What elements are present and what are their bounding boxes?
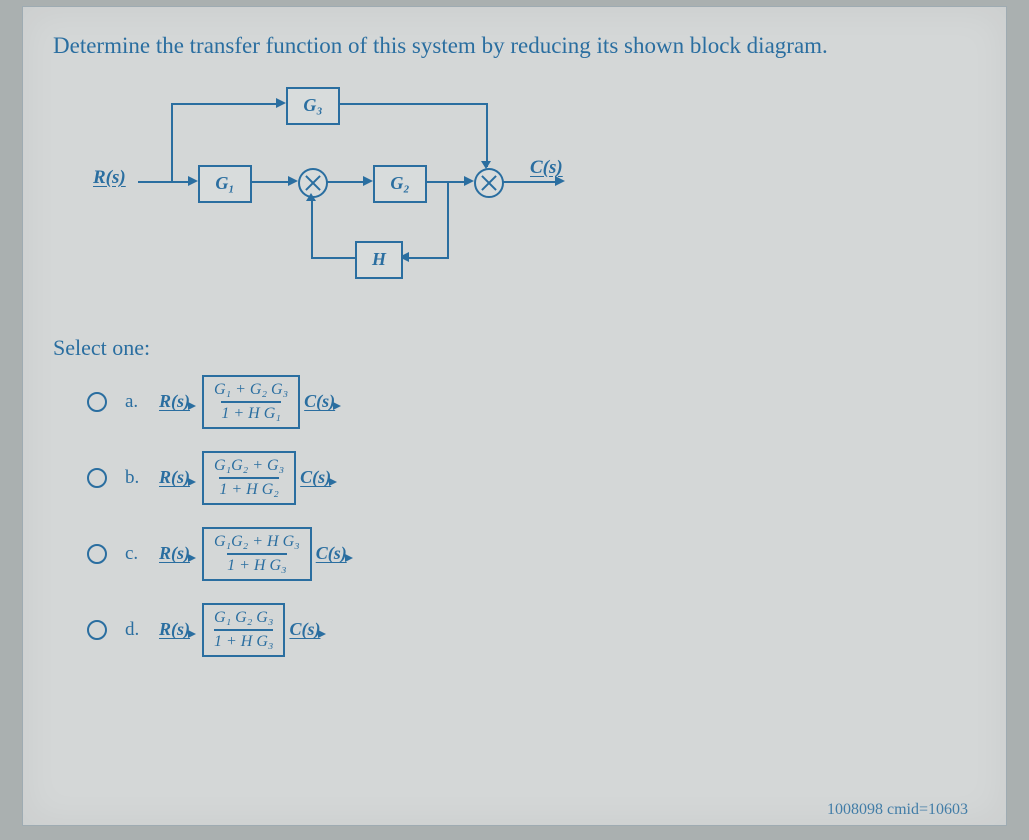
radio-b[interactable] — [87, 468, 107, 488]
output-label: C(s) — [530, 157, 563, 179]
option-d-block: G₁ G₂ G₃ 1 + H G₃ — [202, 603, 285, 657]
block-g3: G₃ — [286, 87, 340, 125]
option-d-letter: d. — [125, 619, 159, 641]
option-a-output: C(s) — [304, 391, 335, 412]
radio-a[interactable] — [87, 392, 107, 412]
option-b[interactable]: b. R(s) G₁G₂ + G₃ 1 + H G₂ C(s) — [87, 451, 976, 505]
option-d-output: C(s) — [289, 619, 320, 640]
option-c-letter: c. — [125, 543, 159, 565]
option-c-output: C(s) — [316, 543, 347, 564]
block-diagram: R(s) G₁ G₂ C(s) G₃ — [93, 85, 633, 295]
option-b-block: G₁G₂ + G₃ 1 + H G₂ — [202, 451, 296, 505]
options-list: a. R(s) G₁ + G₂ G₃ 1 + H G₁ C(s) b. R(s)… — [87, 375, 976, 657]
option-d-input: R(s) — [159, 619, 190, 640]
block-g2: G₂ — [373, 165, 427, 203]
option-b-diagram: R(s) G₁G₂ + G₃ 1 + H G₂ C(s) — [159, 451, 339, 505]
question-text: Determine the transfer function of this … — [53, 31, 976, 61]
option-b-output: C(s) — [300, 467, 331, 488]
option-b-letter: b. — [125, 467, 159, 489]
option-a-block: G₁ + G₂ G₃ 1 + H G₁ — [202, 375, 300, 429]
summer-right — [474, 168, 504, 198]
select-one-label: Select one: — [53, 335, 976, 361]
question-paper: Determine the transfer function of this … — [22, 6, 1007, 826]
option-c[interactable]: c. R(s) G₁G₂ + H G₃ 1 + H G₃ C(s) — [87, 527, 976, 581]
option-a[interactable]: a. R(s) G₁ + G₂ G₃ 1 + H G₁ C(s) — [87, 375, 976, 429]
radio-c[interactable] — [87, 544, 107, 564]
option-c-block: G₁G₂ + H G₃ 1 + H G₃ — [202, 527, 312, 581]
option-c-input: R(s) — [159, 543, 190, 564]
radio-d[interactable] — [87, 620, 107, 640]
block-h: H — [355, 241, 403, 279]
option-a-letter: a. — [125, 391, 159, 413]
footer-id: 1008098 cmid=10603 — [827, 801, 968, 819]
option-c-diagram: R(s) G₁G₂ + H G₃ 1 + H G₃ C(s) — [159, 527, 355, 581]
option-d[interactable]: d. R(s) G₁ G₂ G₃ 1 + H G₃ C(s) — [87, 603, 976, 657]
option-b-input: R(s) — [159, 467, 190, 488]
input-label: R(s) — [93, 167, 126, 189]
option-a-input: R(s) — [159, 391, 190, 412]
block-g1: G₁ — [198, 165, 252, 203]
option-a-diagram: R(s) G₁ + G₂ G₃ 1 + H G₁ C(s) — [159, 375, 343, 429]
option-d-diagram: R(s) G₁ G₂ G₃ 1 + H G₃ C(s) — [159, 603, 328, 657]
